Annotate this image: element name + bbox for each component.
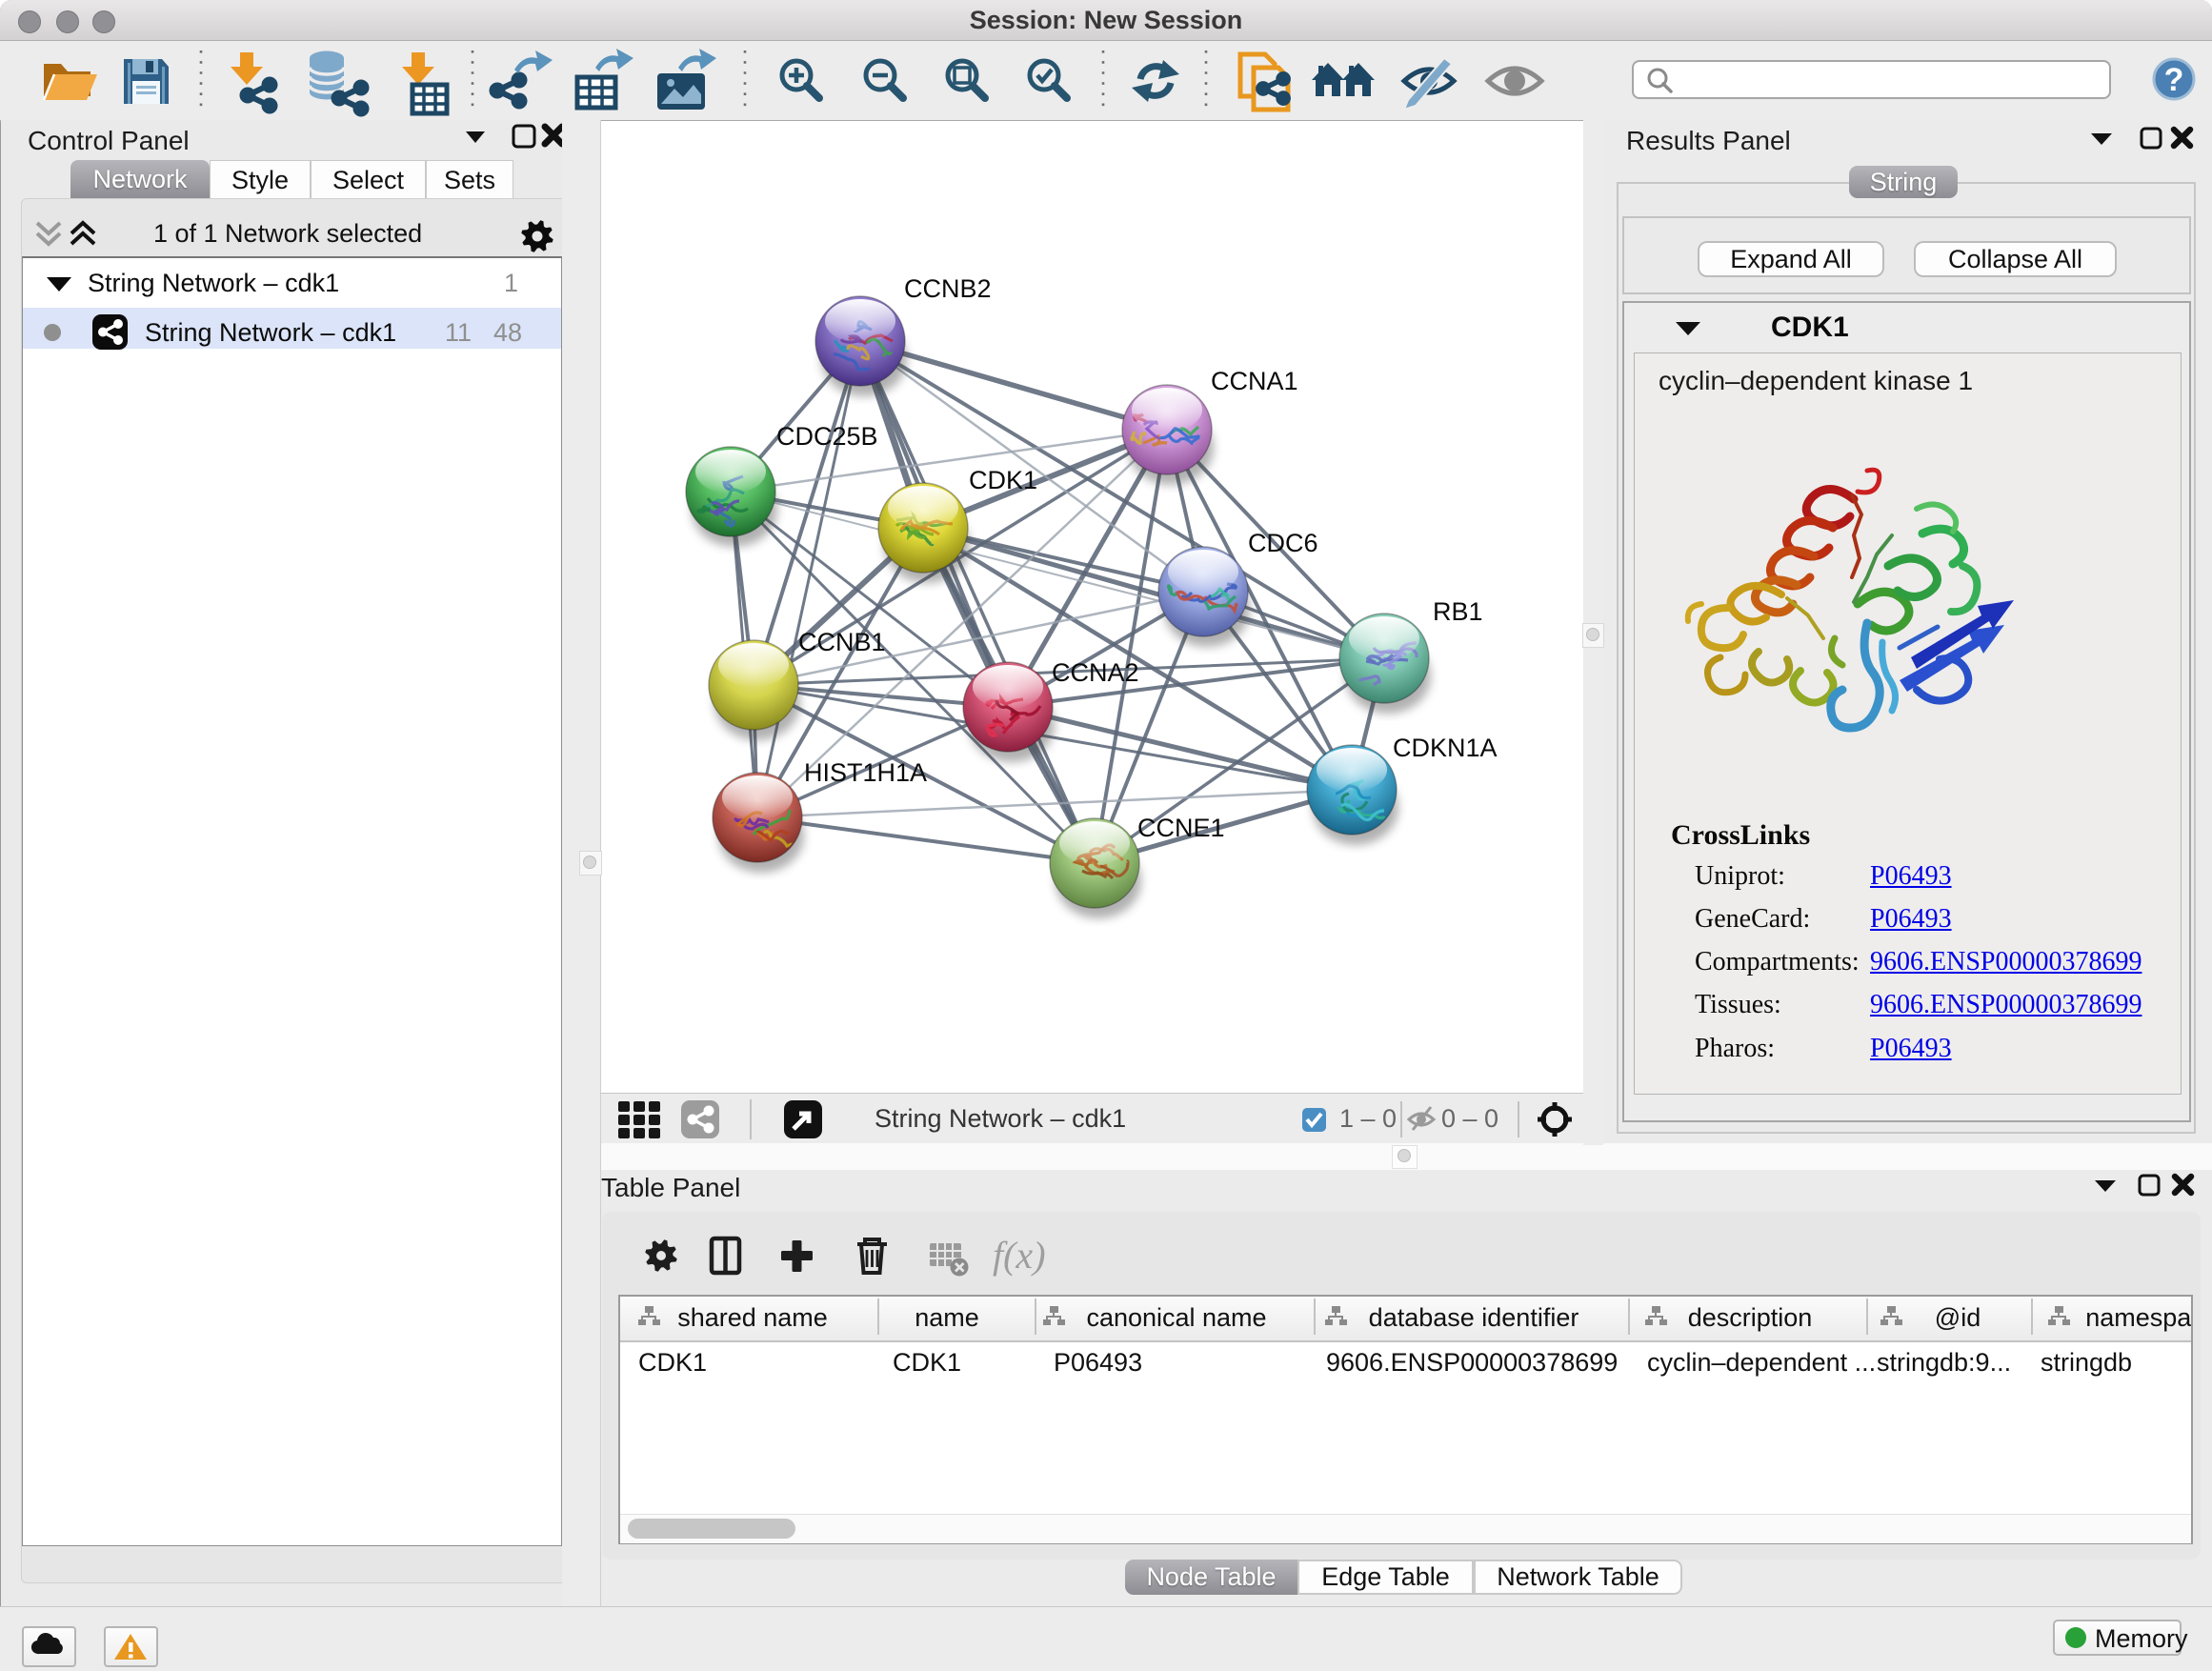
svg-text:name: name — [915, 1303, 979, 1332]
svg-text:CCNE1: CCNE1 — [1137, 814, 1225, 842]
svg-text:CCNB1: CCNB1 — [798, 628, 886, 656]
svg-text:f(x): f(x) — [993, 1234, 1046, 1277]
svg-text:CCNA2: CCNA2 — [1052, 658, 1139, 687]
svg-text:CCNA1: CCNA1 — [1211, 367, 1298, 395]
svg-text:?: ? — [2164, 62, 2184, 98]
svg-text:CCNB2: CCNB2 — [904, 274, 992, 303]
svg-text:canonical name: canonical name — [1086, 1303, 1266, 1332]
svg-text:namespace: namespace — [2085, 1303, 2191, 1332]
svg-text:@id: @id — [1935, 1303, 1981, 1332]
svg-text:CDK1: CDK1 — [969, 466, 1037, 494]
svg-text:CDC6: CDC6 — [1248, 529, 1318, 557]
svg-text:shared name: shared name — [677, 1303, 828, 1332]
svg-text:HIST1H1A: HIST1H1A — [804, 758, 927, 787]
svg-text:CDKN1A: CDKN1A — [1393, 734, 1498, 762]
svg-text:description: description — [1688, 1303, 1813, 1332]
svg-text:database identifier: database identifier — [1369, 1303, 1579, 1332]
svg-text:RB1: RB1 — [1433, 597, 1483, 626]
svg-text:CDC25B: CDC25B — [776, 422, 878, 451]
